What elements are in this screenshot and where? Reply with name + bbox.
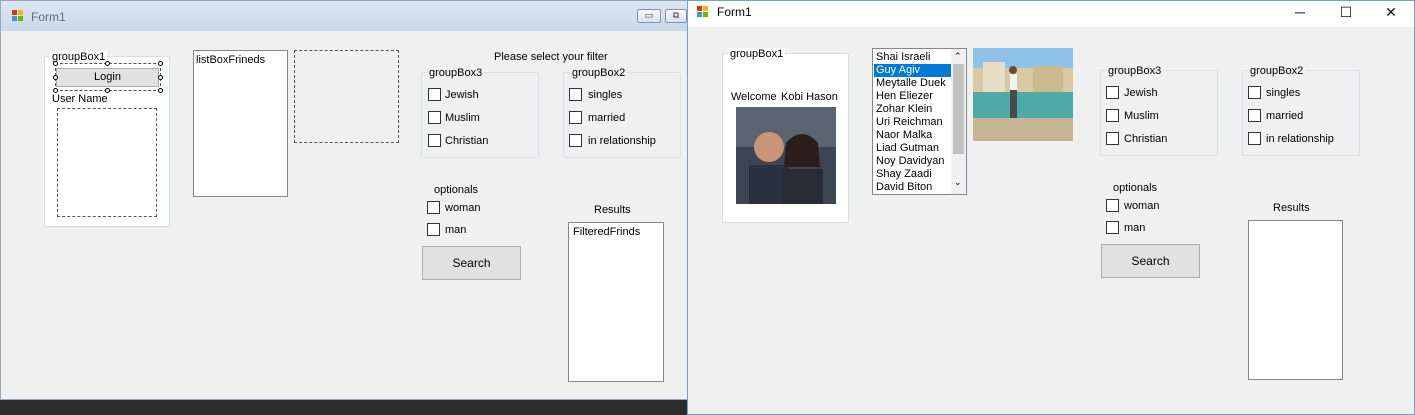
- singles-label: singles: [1266, 87, 1301, 99]
- close-icon[interactable]: ✕: [1369, 1, 1413, 23]
- results-label: Results: [594, 204, 631, 216]
- woman-checkbox[interactable]: [1106, 199, 1119, 212]
- groupbox2-title: groupBox2: [570, 67, 628, 79]
- friend-list-item[interactable]: Hen Eliezer: [874, 90, 951, 103]
- groupbox1-title: groupBox1: [50, 51, 108, 63]
- friends-listbox[interactable]: listBoxFrineds: [193, 50, 288, 197]
- singles-checkbox[interactable]: [569, 88, 582, 101]
- jewish-label: Jewish: [1124, 87, 1158, 99]
- man-checkbox[interactable]: [1106, 221, 1119, 234]
- profile-picture: [736, 107, 836, 204]
- relationship-label: in relationship: [588, 135, 656, 147]
- resize-handle[interactable]: [53, 61, 58, 66]
- married-label: married: [588, 112, 626, 124]
- designer-title: Form1: [31, 10, 66, 24]
- friend-list-item[interactable]: Noy Davidyan: [874, 155, 951, 168]
- friends-listbox[interactable]: Shai Israeli Guy Agiv Meytalle Duek Hen Eli…: [872, 48, 967, 195]
- maximize-icon[interactable]: ⧉: [665, 9, 687, 23]
- filter-prompt: Please select your filter: [494, 51, 608, 63]
- winforms-form-icon: [697, 6, 709, 18]
- maximize-icon[interactable]: ☐: [1324, 1, 1368, 23]
- man-label: man: [1124, 222, 1146, 234]
- friend-list-item[interactable]: Uri Reichman: [874, 116, 951, 129]
- friend-list-item[interactable]: Shai Israeli: [874, 51, 951, 64]
- minimize-icon[interactable]: ▭: [637, 9, 661, 23]
- friend-list-item[interactable]: Guy Agiv: [874, 64, 951, 77]
- woman-label: woman: [1124, 200, 1160, 212]
- groupbox3-title: groupBox3: [427, 67, 485, 79]
- results-listbox-label: FilteredFrinds: [573, 226, 641, 238]
- relationship-checkbox[interactable]: [1248, 132, 1261, 145]
- search-button[interactable]: Search: [1101, 244, 1200, 278]
- married-checkbox[interactable]: [1248, 109, 1261, 122]
- jewish-checkbox[interactable]: [1106, 86, 1119, 99]
- friend-list-item[interactable]: Zohar Klein: [874, 103, 951, 116]
- username-label: User Name: [52, 93, 108, 105]
- designer-titlebar: Form1 ▭ ⧉: [1, 1, 689, 31]
- muslim-checkbox[interactable]: [1106, 109, 1119, 122]
- resize-handle[interactable]: [105, 61, 110, 66]
- user-name-label: Kobi Hason: [781, 91, 838, 103]
- woman-checkbox[interactable]: [427, 201, 440, 214]
- christian-checkbox[interactable]: [428, 134, 441, 147]
- muslim-label: Muslim: [1124, 110, 1159, 122]
- married-label: married: [1266, 110, 1304, 122]
- results-listbox[interactable]: [1248, 220, 1343, 380]
- friend-list-item[interactable]: Meytalle Duek: [874, 77, 951, 90]
- user-picture-placeholder: [57, 108, 157, 217]
- muslim-label: Muslim: [445, 112, 480, 124]
- results-label: Results: [1273, 202, 1310, 214]
- runtime-window: Form1 ─ ☐ ✕ groupBox1 Welcome Kobi Hason…: [687, 0, 1415, 415]
- groupbox1-title: groupBox1: [728, 48, 786, 60]
- scroll-down-icon[interactable]: ⌄: [954, 177, 962, 188]
- jewish-checkbox[interactable]: [428, 88, 441, 101]
- scroll-up-icon[interactable]: ⌃: [954, 51, 962, 62]
- optionals-label: optionals: [434, 184, 479, 196]
- relationship-checkbox[interactable]: [569, 134, 582, 147]
- designer-window: Form1 ▭ ⧉ groupBox1 Login User Name list…: [0, 0, 690, 400]
- woman-label: woman: [445, 202, 481, 214]
- man-checkbox[interactable]: [427, 223, 440, 236]
- friends-scrollbar[interactable]: ⌃ ⌄: [951, 49, 966, 194]
- friend-picture-placeholder: [294, 50, 399, 143]
- singles-label: singles: [588, 89, 623, 101]
- welcome-label: Welcome: [731, 91, 777, 103]
- results-listbox[interactable]: FilteredFrinds: [568, 222, 664, 382]
- friend-picture: [973, 48, 1073, 141]
- resize-handle[interactable]: [158, 75, 163, 80]
- friend-list-item[interactable]: Naor Malka: [874, 129, 951, 142]
- friends-listbox-label: listBoxFrineds: [196, 54, 266, 66]
- search-button[interactable]: Search: [422, 246, 521, 280]
- resize-handle[interactable]: [158, 61, 163, 66]
- optionals-label: optionals: [1113, 182, 1158, 194]
- friend-list-item[interactable]: Shay Zaadi: [874, 168, 951, 181]
- married-checkbox[interactable]: [569, 111, 582, 124]
- runtime-titlebar: Form1 ─ ☐ ✕: [688, 1, 1414, 27]
- christian-label: Christian: [1124, 133, 1168, 145]
- selection-outline: [55, 63, 161, 91]
- resize-handle[interactable]: [53, 75, 58, 80]
- groupbox3-title: groupBox3: [1106, 65, 1164, 77]
- christian-label: Christian: [445, 135, 489, 147]
- singles-checkbox[interactable]: [1248, 86, 1261, 99]
- winforms-form-icon: [12, 10, 24, 22]
- groupbox2-title: groupBox2: [1248, 65, 1306, 77]
- relationship-label: in relationship: [1266, 133, 1334, 145]
- friends-list: Shai Israeli Guy Agiv Meytalle Duek Hen Eli…: [874, 51, 951, 194]
- friend-list-item[interactable]: David Biton: [874, 181, 951, 194]
- christian-checkbox[interactable]: [1106, 132, 1119, 145]
- resize-handle[interactable]: [158, 88, 163, 93]
- scroll-thumb[interactable]: [953, 64, 964, 154]
- muslim-checkbox[interactable]: [428, 111, 441, 124]
- minimize-icon[interactable]: ─: [1278, 1, 1322, 23]
- runtime-title: Form1: [717, 5, 752, 19]
- friend-list-item[interactable]: Liad Gutman: [874, 142, 951, 155]
- jewish-label: Jewish: [445, 89, 479, 101]
- man-label: man: [445, 224, 467, 236]
